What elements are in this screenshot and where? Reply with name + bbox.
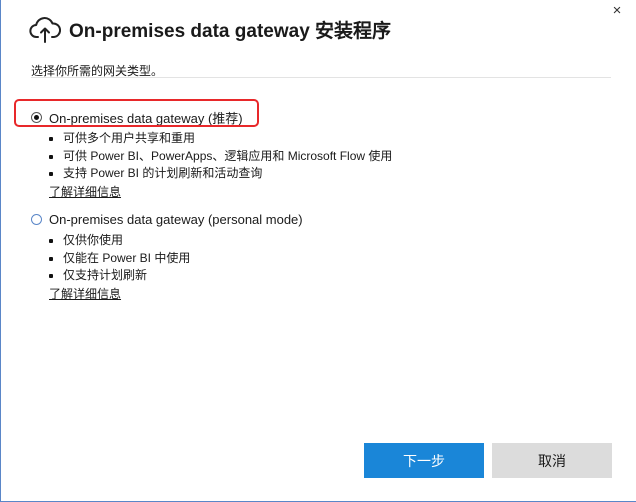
close-icon[interactable]: ×	[608, 2, 626, 20]
list-item: 支持 Power BI 的计划刷新和活动查询	[49, 165, 591, 183]
next-button[interactable]: 下一步	[364, 443, 484, 478]
cloud-upload-icon	[29, 17, 61, 43]
cancel-button[interactable]: 取消	[492, 443, 612, 478]
feature-list-personal: 仅供你使用 仅能在 Power BI 中使用 仅支持计划刷新	[31, 232, 591, 285]
list-item: 可供 Power BI、PowerApps、逻辑应用和 Microsoft Fl…	[49, 148, 591, 166]
list-item: 仅支持计划刷新	[49, 267, 591, 285]
header: On-premises data gateway 安装程序	[29, 14, 391, 44]
learn-more-link-standard[interactable]: 了解详细信息	[49, 183, 121, 200]
list-item: 仅供你使用	[49, 232, 591, 250]
highlight-box	[14, 99, 259, 127]
divider	[31, 77, 611, 78]
radio-personal[interactable]	[31, 213, 42, 225]
list-item: 可供多个用户共享和重用	[49, 130, 591, 148]
list-item: 仅能在 Power BI 中使用	[49, 250, 591, 268]
radio-row-personal[interactable]: On-premises data gateway (personal mode)	[31, 210, 591, 228]
feature-list-standard: 可供多个用户共享和重用 可供 Power BI、PowerApps、逻辑应用和 …	[31, 130, 591, 183]
option-label-personal[interactable]: On-premises data gateway (personal mode)	[49, 212, 303, 227]
option-personal-gateway: On-premises data gateway (personal mode)…	[31, 210, 591, 303]
installer-window: × On-premises data gateway 安装程序 选择你所需的网关…	[0, 0, 636, 502]
window-title: On-premises data gateway 安装程序	[69, 20, 392, 42]
learn-more-link-personal[interactable]: 了解详细信息	[49, 285, 121, 302]
